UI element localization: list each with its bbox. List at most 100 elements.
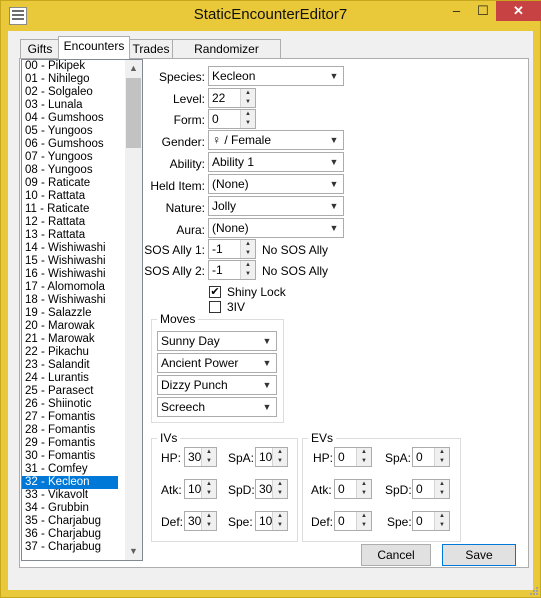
sos-ally-2-spinner[interactable]: ▲ ▼	[240, 261, 255, 279]
list-item[interactable]: 06 - Gumshoos	[22, 138, 118, 151]
held-item-combo[interactable]: (None) ▼	[208, 174, 344, 194]
list-item[interactable]: 11 - Raticate	[22, 203, 118, 216]
ev-def-input[interactable]: 0 ▲ ▼	[334, 511, 372, 531]
list-item[interactable]: 10 - Rattata	[22, 190, 118, 203]
list-item[interactable]: 15 - Wishiwashi	[22, 255, 118, 268]
move-1-combo[interactable]: Sunny Day ▼	[157, 331, 277, 351]
chevron-down-icon[interactable]: ▼	[327, 153, 341, 171]
list-item[interactable]: 09 - Raticate	[22, 177, 118, 190]
list-item[interactable]: 26 - Shiinotic	[22, 398, 118, 411]
list-item[interactable]: 23 - Salandit	[22, 359, 118, 372]
list-item[interactable]: 27 - Fomantis	[22, 411, 118, 424]
ev-spa-spinner[interactable]: ▲ ▼	[434, 448, 449, 466]
move-2-combo[interactable]: Ancient Power ▼	[157, 353, 277, 373]
iv-spa-spinner[interactable]: ▲ ▼	[272, 448, 287, 466]
list-item[interactable]: 36 - Charjabug	[22, 528, 118, 541]
list-item[interactable]: 18 - Wishiwashi	[22, 294, 118, 307]
list-item[interactable]: 20 - Marowak	[22, 320, 118, 333]
close-button[interactable]: ✕	[496, 1, 541, 21]
list-item[interactable]: 02 - Solgaleo	[22, 86, 118, 99]
sos-ally-2-input[interactable]: -1 ▲ ▼	[208, 260, 256, 280]
ev-hp-input[interactable]: 0 ▲ ▼	[334, 447, 372, 467]
iv-spd-spinner[interactable]: ▲ ▼	[272, 480, 287, 498]
aura-combo[interactable]: (None) ▼	[208, 218, 344, 238]
list-item[interactable]: 31 - Comfey	[22, 463, 118, 476]
chevron-down-icon[interactable]: ▼	[327, 67, 341, 85]
nature-combo[interactable]: Jolly ▼	[208, 196, 344, 216]
level-spinner[interactable]: ▲ ▼	[240, 89, 255, 107]
iv-spe-input[interactable]: 10 ▲ ▼	[255, 511, 288, 531]
iv-spe-spinner[interactable]: ▲ ▼	[272, 512, 287, 530]
encounter-list[interactable]: 00 - Pikipek 01 - Nihilego 02 - Solgaleo 03…	[21, 59, 143, 561]
chevron-down-icon[interactable]: ▼	[327, 175, 341, 193]
chevron-down-icon[interactable]: ▼	[260, 332, 274, 350]
cancel-button[interactable]: Cancel	[361, 544, 431, 566]
tab-trades[interactable]: Trades	[128, 39, 174, 59]
form-input[interactable]: 0 ▲ ▼	[208, 109, 256, 129]
species-combo[interactable]: Kecleon ▼	[208, 66, 344, 86]
list-item[interactable]: 28 - Fomantis	[22, 424, 118, 437]
list-item[interactable]: 12 - Rattata	[22, 216, 118, 229]
ev-spe-spinner[interactable]: ▲ ▼	[434, 512, 449, 530]
list-item[interactable]: 29 - Fomantis	[22, 437, 118, 450]
iv-hp-spinner[interactable]: ▲ ▼	[201, 448, 216, 466]
ev-spd-input[interactable]: 0 ▲ ▼	[412, 479, 450, 499]
iv-hp-input[interactable]: 30 ▲ ▼	[184, 447, 217, 467]
resize-grip-icon[interactable]	[528, 585, 538, 595]
tab-gifts[interactable]: Gifts	[20, 39, 60, 59]
list-item[interactable]: 01 - Nihilego	[22, 73, 118, 86]
chevron-down-icon[interactable]: ▼	[260, 376, 274, 394]
ev-spd-spinner[interactable]: ▲ ▼	[434, 480, 449, 498]
tab-randomizer-options[interactable]: Randomizer Options	[172, 39, 281, 74]
chevron-down-icon[interactable]: ▼	[327, 197, 341, 215]
move-4-combo[interactable]: Screech ▼	[157, 397, 277, 417]
sos-ally-1-spinner[interactable]: ▲ ▼	[240, 240, 255, 258]
list-item[interactable]: 19 - Salazzle	[22, 307, 118, 320]
chevron-down-icon[interactable]: ▼	[327, 219, 341, 237]
list-item[interactable]: 00 - Pikipek	[22, 60, 118, 73]
list-item[interactable]: 03 - Lunala	[22, 99, 118, 112]
list-item[interactable]: 33 - Vikavolt	[22, 489, 118, 502]
list-item[interactable]: 04 - Gumshoos	[22, 112, 118, 125]
chevron-down-icon[interactable]: ▼	[260, 354, 274, 372]
list-item[interactable]: 25 - Parasect	[22, 385, 118, 398]
ev-hp-spinner[interactable]: ▲ ▼	[356, 448, 371, 466]
minimize-button[interactable]: –	[443, 1, 470, 21]
gender-combo[interactable]: ♀ / Female ▼	[208, 130, 344, 150]
list-item[interactable]: 24 - Lurantis	[22, 372, 118, 385]
iv-atk-input[interactable]: 10 ▲ ▼	[184, 479, 217, 499]
move-3-combo[interactable]: Dizzy Punch ▼	[157, 375, 277, 395]
iv-def-spinner[interactable]: ▲ ▼	[201, 512, 216, 530]
iv-spa-input[interactable]: 10 ▲ ▼	[255, 447, 288, 467]
ability-combo[interactable]: Ability 1 ▼	[208, 152, 344, 172]
ev-spe-input[interactable]: 0 ▲ ▼	[412, 511, 450, 531]
sos-ally-1-input[interactable]: -1 ▲ ▼	[208, 239, 256, 259]
list-item[interactable]: 34 - Grubbin	[22, 502, 118, 515]
list-item[interactable]: 13 - Rattata	[22, 229, 118, 242]
iv-spd-input[interactable]: 30 ▲ ▼	[255, 479, 288, 499]
title-bar[interactable]: StaticEncounterEditor7 – ☐ ✕	[1, 1, 541, 31]
ev-atk-spinner[interactable]: ▲ ▼	[356, 480, 371, 498]
shiny-lock-checkbox[interactable]: ✔	[209, 286, 221, 298]
list-item[interactable]: 07 - Yungoos	[22, 151, 118, 164]
list-item[interactable]: 22 - Pikachu	[22, 346, 118, 359]
form-spinner[interactable]: ▲ ▼	[240, 110, 255, 128]
list-item[interactable]: 17 - Alomomola	[22, 281, 118, 294]
tab-encounters[interactable]: Encounters	[58, 36, 130, 60]
list-item[interactable]: 05 - Yungoos	[22, 125, 118, 138]
iv-def-input[interactable]: 30 ▲ ▼	[184, 511, 217, 531]
list-item[interactable]: 37 - Charjabug	[22, 541, 118, 554]
maximize-button[interactable]: ☐	[470, 1, 496, 21]
chevron-down-icon[interactable]: ▼	[327, 131, 341, 149]
list-item[interactable]: 08 - Yungoos	[22, 164, 118, 177]
level-input[interactable]: 22 ▲ ▼	[208, 88, 256, 108]
save-button[interactable]: Save	[442, 544, 516, 566]
list-item[interactable]: 35 - Charjabug	[22, 515, 118, 528]
ev-def-spinner[interactable]: ▲ ▼	[356, 512, 371, 530]
chevron-down-icon[interactable]: ▼	[260, 398, 274, 416]
list-item[interactable]: 16 - Wishiwashi	[22, 268, 118, 281]
iv-atk-spinner[interactable]: ▲ ▼	[201, 480, 216, 498]
list-item[interactable]: 14 - Wishiwashi	[22, 242, 118, 255]
ev-spa-input[interactable]: 0 ▲ ▼	[412, 447, 450, 467]
list-item[interactable]: 32 - Kecleon	[22, 476, 118, 489]
